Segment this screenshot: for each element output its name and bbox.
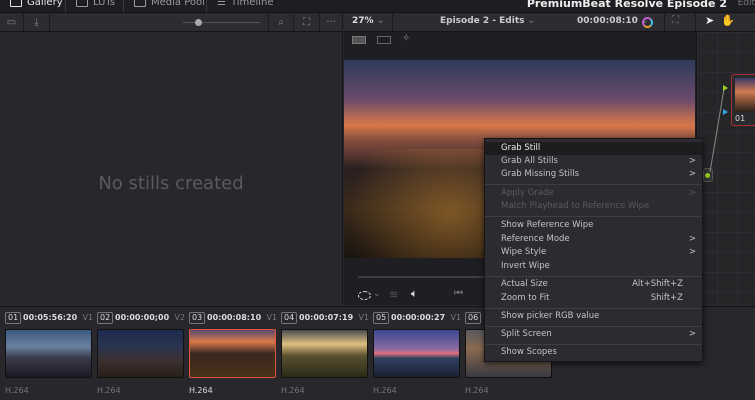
clip-codec: H.264 xyxy=(465,386,489,395)
search-icon[interactable]: ⌕ xyxy=(268,14,294,31)
tab-media-pool[interactable]: Media Pool xyxy=(134,0,205,8)
chevron-right-icon: > xyxy=(688,156,696,166)
clip-thumbnail[interactable] xyxy=(373,329,460,378)
viewer-toolbar: 27% ⌄ Episode 2 - Edits ⌄ 00:00:08:10 ⌄ … xyxy=(344,14,755,32)
clip-thumbnail[interactable] xyxy=(189,329,276,378)
key-input-icon[interactable] xyxy=(723,109,728,115)
clip-timecode: 00:00:07:19 xyxy=(299,313,354,322)
panel-toggle-icon[interactable]: ▭ xyxy=(0,14,24,31)
go-to-start-icon[interactable]: ⏮︎ xyxy=(454,288,463,299)
clip-codec: H.264 xyxy=(189,386,213,395)
clip-codec: H.264 xyxy=(97,386,121,395)
fullscreen-icon[interactable]: ⛶ xyxy=(294,14,320,31)
clip-number: 01 xyxy=(5,312,22,324)
clip-thumbnail[interactable] xyxy=(5,329,92,378)
menu-item-grab-still[interactable]: Grab Still xyxy=(485,142,702,155)
shortcut: Shift+Z xyxy=(650,293,683,303)
clip-thumbnail[interactable] xyxy=(97,329,184,378)
chevron-right-icon: > xyxy=(688,188,696,198)
chevron-down-icon[interactable]: ⌄ xyxy=(373,289,381,299)
tab-timeline[interactable]: ☰ Timeline xyxy=(217,0,274,8)
more-options-icon[interactable]: ··· xyxy=(320,14,343,31)
clip-codec: H.264 xyxy=(373,386,397,395)
zoom-value: 27% xyxy=(352,16,374,26)
clip-thumbnail[interactable] xyxy=(281,329,368,378)
empty-gallery-message: No stills created xyxy=(98,173,244,194)
grid-icon[interactable] xyxy=(377,36,391,44)
highlight-mode-icon[interactable] xyxy=(358,291,371,300)
menu-item-grab-missing-stills[interactable]: Grab Missing Stills > xyxy=(485,168,702,181)
page-tabs-bar: Gallery LUTs Media Pool ☰ Timeline Premiu… xyxy=(0,0,755,13)
slider-handle[interactable] xyxy=(195,19,202,26)
tab-label: Timeline xyxy=(230,0,274,8)
clip-track: V1 xyxy=(82,313,93,322)
menu-item-actual-size[interactable]: Actual Size Alt+Shift+Z xyxy=(485,278,702,291)
clip-timecode: 00:00:00:27 xyxy=(391,313,446,322)
import-icon[interactable]: ⤓ xyxy=(24,14,50,31)
clip-timecode: 00:00:08:10 xyxy=(207,313,262,322)
media-pool-icon xyxy=(134,0,146,7)
clip-codec: H.264 xyxy=(281,386,305,395)
timecode-dropdown[interactable]: 00:00:08:10 ⌄ xyxy=(577,16,649,26)
gallery-icon xyxy=(10,0,22,7)
menu-item-apply-grade: Apply Grade > xyxy=(501,188,696,198)
tab-label: Gallery xyxy=(27,0,63,8)
page-label[interactable]: Edit xyxy=(738,0,755,8)
timeline-icon: ☰ xyxy=(217,0,226,8)
fullscreen-viewer-icon[interactable]: ⛶ xyxy=(672,15,679,26)
timeline-name: Episode 2 - Edits xyxy=(440,16,525,26)
gallery-panel: No stills created xyxy=(0,32,343,305)
tab-label: LUTs xyxy=(93,0,116,8)
chevron-right-icon: > xyxy=(688,234,696,244)
corrector-node[interactable]: 01 xyxy=(731,74,755,126)
menu-item-zoom-to-fit[interactable]: Zoom to Fit Shift+Z xyxy=(485,292,702,305)
clip-number: 05 xyxy=(373,312,390,324)
menu-item-reference-mode[interactable]: Reference Mode > xyxy=(485,233,702,246)
menu-item-show-scopes[interactable]: Show Scopes xyxy=(485,346,702,359)
shortcut: Alt+Shift+Z xyxy=(632,279,683,289)
clip-track: V1 xyxy=(450,313,461,322)
clip-track: V2 xyxy=(174,313,185,322)
menu-item-grab-all-stills[interactable]: Grab All Stills > xyxy=(485,155,702,168)
tab-gallery[interactable]: Gallery xyxy=(10,0,63,8)
menu-item-match-playhead: Match Playhead to Reference Wipe xyxy=(501,201,650,211)
menu-item-wipe-style[interactable]: Wipe Style > xyxy=(485,246,702,259)
wipe-icon[interactable] xyxy=(352,36,366,44)
timecode: 00:00:08:10 xyxy=(577,16,638,26)
pointer-tool-icon[interactable]: ➤ xyxy=(705,14,714,27)
timeline-dropdown[interactable]: Episode 2 - Edits ⌄ xyxy=(440,16,535,26)
clip-number: 03 xyxy=(189,312,206,324)
menu-item-invert-wipe[interactable]: Invert Wipe xyxy=(485,260,702,273)
magic-wand-icon[interactable]: ✧ xyxy=(402,33,410,44)
gallery-toolbar: ▭ ⤓ ⌕ ⛶ ··· xyxy=(0,14,343,32)
clip-track: V1 xyxy=(266,313,277,322)
clip-codec: H.264 xyxy=(5,386,29,395)
volume-icon[interactable]: 🔈︎ xyxy=(411,287,418,301)
menu-item-show-reference-wipe[interactable]: Show Reference Wipe xyxy=(485,219,702,232)
clip-number: 04 xyxy=(281,312,298,324)
clip-track: V1 xyxy=(358,313,369,322)
chevron-right-icon: > xyxy=(688,169,696,179)
clip-number: 06 xyxy=(465,312,482,324)
chevron-right-icon: > xyxy=(688,247,696,257)
node-editor[interactable]: 01 xyxy=(696,32,755,305)
clip-timecode: 00:00:00;00 xyxy=(115,313,170,322)
context-menu: Grab Still Grab All Stills > Grab Missing… xyxy=(484,138,703,362)
menu-item-split-screen[interactable]: Split Screen > xyxy=(485,328,702,341)
zoom-dropdown[interactable]: 27% ⌄ xyxy=(352,16,384,26)
luts-icon xyxy=(76,0,88,7)
color-wheel-icon[interactable] xyxy=(642,17,653,28)
menu-item-show-picker-rgb[interactable]: Show picker RGB value xyxy=(485,310,702,323)
chevron-right-icon: > xyxy=(688,329,696,339)
layers-icon[interactable]: ≋ xyxy=(389,288,398,301)
clip-number: 02 xyxy=(97,312,114,324)
tab-luts[interactable]: LUTs xyxy=(76,0,115,8)
tab-label: Media Pool xyxy=(151,0,205,8)
clip-timecode: 00:05:56:20 xyxy=(23,313,78,322)
rgb-input-icon[interactable] xyxy=(723,85,728,91)
hand-tool-icon[interactable]: ✋ xyxy=(721,14,735,27)
project-title: PremiumBeat Resolve Episode 2 xyxy=(526,0,727,10)
